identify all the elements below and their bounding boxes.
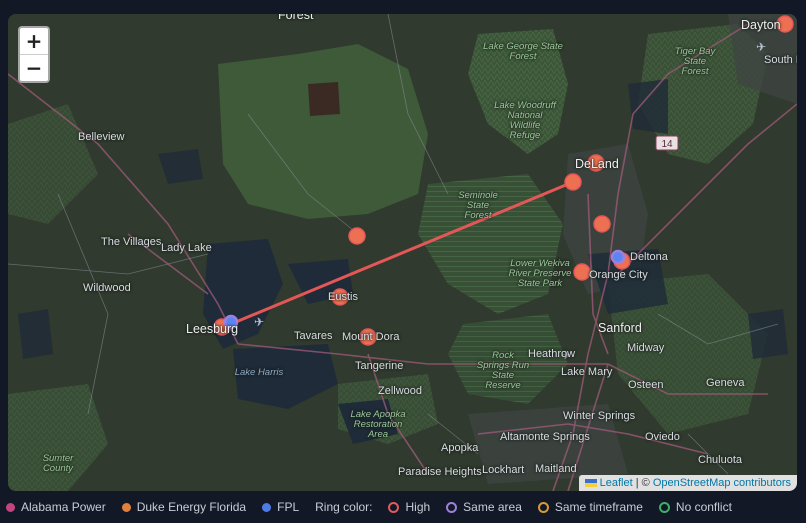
map-legend: Alabama Power Duke Energy Florida FPL Ri… (6, 499, 748, 515)
legend-duke-energy: Duke Energy Florida (121, 500, 247, 514)
area-label: Lake Woodruff National Wildlife Refuge (494, 100, 556, 141)
area-label: Seminole State Forest (458, 190, 498, 221)
place-label: Winter Springs (563, 410, 636, 422)
place-label: Oviedo (645, 431, 680, 443)
place-label: Deltona (630, 251, 668, 263)
highway-shield: 14 (655, 135, 679, 151)
duke-marker[interactable] (564, 173, 582, 191)
place-label: Wildwood (83, 282, 131, 294)
place-label: Tavares (294, 330, 333, 342)
place-label: Chuluota (698, 454, 743, 466)
airport-icon: ✈ (756, 40, 766, 54)
area-label: Sumter County (42, 453, 74, 474)
lake-east (628, 79, 668, 134)
zoom-in-button[interactable]: + (20, 28, 48, 54)
lake-southwest (18, 309, 53, 359)
area-label: Tiger Bay State Forest (674, 46, 716, 77)
legend-alabama-power: Alabama Power (6, 500, 106, 514)
same-area-ring-icon (446, 501, 458, 513)
place-label: Paradise Heights (398, 466, 482, 478)
map-attribution: Leaflet | © OpenStreetMap contributors (578, 475, 797, 491)
place-label: Orange City (589, 269, 648, 281)
osm-link[interactable]: OpenStreetMap contributors (653, 477, 791, 489)
zoom-control: + − (18, 26, 50, 83)
alabama-power-dot-icon (6, 502, 15, 512)
place-label: Lady Lake (161, 242, 212, 254)
area-label: Lower Wekiva River Preserve State Park (508, 258, 572, 289)
water-label: Lake Harris (234, 367, 284, 378)
duke-marker[interactable] (573, 263, 591, 281)
place-label: Sanford (598, 321, 642, 335)
place-label: Midway (627, 342, 665, 354)
place-label: Dayton (741, 18, 781, 32)
legend-label: Same area (463, 500, 522, 514)
place-label: Zellwood (378, 385, 423, 397)
place-label: Altamonte Springs (500, 431, 590, 443)
place-label: Forest (278, 14, 314, 22)
legend-label: No conflict (675, 500, 732, 514)
place-label: Geneva (706, 377, 745, 389)
place-label: Apopka (441, 442, 479, 454)
place-label: Lockhart (482, 464, 525, 476)
national-forest-area (218, 44, 428, 219)
place-label: Heathrow (528, 348, 576, 360)
attribution-separator: | © (632, 477, 653, 489)
area-label: Lake George State Forest (483, 41, 563, 62)
high-ring-icon (388, 501, 400, 513)
place-label: Eustis (328, 291, 358, 303)
same-timeframe-ring-icon (537, 501, 549, 513)
duke-energy-dot-icon (121, 502, 131, 512)
airport-icon: ✈ (254, 315, 264, 329)
fpl-dot-icon (262, 502, 272, 512)
place-label: Tangerine (355, 360, 404, 372)
no-conflict-ring-icon (658, 501, 670, 513)
place-label: Mount Dora (342, 331, 400, 343)
place-label: Lake Mary (561, 366, 613, 378)
place-label: The Villages (101, 236, 162, 248)
area-label: Lake Apopka Restoration Area (350, 409, 406, 440)
map-container[interactable]: 14 ✈ ✈ ✈ Forest Dayton South D Belleview… (8, 14, 797, 491)
legend-label: Same timeframe (554, 500, 643, 514)
duke-marker[interactable] (593, 215, 611, 233)
legend-ring-same-area: Same area (446, 500, 522, 514)
place-label: Osteen (628, 379, 664, 391)
place-label: Leesburg (186, 322, 239, 336)
place-label: Belleview (78, 131, 125, 143)
legend-label: Duke Energy Florida (136, 500, 247, 514)
restricted-area (308, 82, 340, 116)
place-label: Maitland (535, 463, 577, 475)
fpl-marker[interactable] (610, 249, 626, 265)
area-label: Rock Springs Run State Reserve (476, 350, 530, 391)
place-label: South D (764, 54, 797, 66)
ukraine-flag-icon (584, 479, 597, 488)
place-label: DeLand (575, 157, 619, 171)
duke-marker[interactable] (348, 227, 366, 245)
legend-label: High (405, 500, 431, 514)
svg-text:14: 14 (661, 139, 673, 150)
legend-label: FPL (277, 500, 300, 514)
leaflet-link[interactable]: Leaflet (600, 477, 633, 489)
legend-ring-no-conflict: No conflict (658, 500, 732, 514)
lake-jesup (748, 309, 788, 359)
legend-label: Alabama Power (21, 500, 106, 514)
legend-ring-high: High (388, 500, 430, 514)
zoom-out-button[interactable]: − (20, 54, 48, 81)
legend-fpl: FPL (262, 500, 299, 514)
legend-ring-same-timeframe: Same timeframe (537, 500, 643, 514)
ring-color-title: Ring color: (315, 500, 373, 514)
